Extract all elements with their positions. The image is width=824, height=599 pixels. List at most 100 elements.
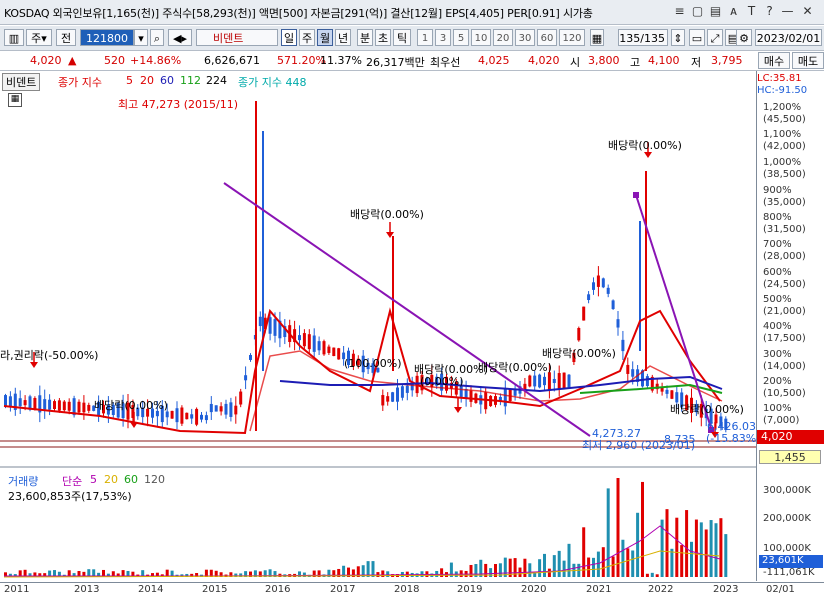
font-icon[interactable]: ᴀ bbox=[726, 4, 741, 19]
period-day[interactable]: 일 bbox=[281, 29, 297, 46]
candle-body bbox=[611, 300, 615, 309]
candle-body bbox=[645, 376, 649, 386]
candle-body bbox=[48, 399, 52, 410]
period-second[interactable]: 초 bbox=[375, 29, 391, 46]
list-icon[interactable]: ≡ bbox=[672, 4, 687, 19]
help-icon[interactable]: ? bbox=[762, 4, 777, 19]
interval-20[interactable]: 20 bbox=[493, 29, 513, 46]
chart-type-icon[interactable]: ▥ bbox=[4, 29, 24, 46]
candle-body bbox=[204, 415, 208, 421]
market-select[interactable]: 주▾ bbox=[26, 29, 52, 46]
interval-30[interactable]: 30 bbox=[515, 29, 535, 46]
period-week[interactable]: 주 bbox=[299, 29, 315, 46]
candle-body bbox=[57, 400, 61, 411]
stock-code-input[interactable]: 121800 bbox=[80, 29, 134, 46]
annotation-pct-2018: (0.00%) bbox=[420, 375, 464, 388]
candle-body bbox=[322, 341, 326, 355]
annotation-mid-val: 8,735 bbox=[664, 433, 696, 446]
save-icon[interactable]: ▤ bbox=[708, 4, 723, 19]
close-icon[interactable]: ✕ bbox=[800, 4, 815, 19]
axis-pct-label: 200% bbox=[763, 376, 792, 387]
time-axis-label: 02/01 bbox=[766, 584, 795, 595]
minimize-icon[interactable]: — bbox=[780, 4, 795, 19]
volume-bar bbox=[587, 557, 591, 577]
axis-pct-label: 800% bbox=[763, 212, 792, 223]
candle-body bbox=[62, 401, 66, 411]
lc-label: LC:35.81 bbox=[757, 73, 802, 84]
type-button[interactable]: 전 bbox=[56, 29, 76, 46]
period-tick[interactable]: 틱 bbox=[393, 29, 411, 46]
chart-window-icon[interactable]: ▭ bbox=[689, 29, 705, 46]
time-axis-label: 2021 bbox=[586, 584, 612, 595]
annotation-rights: 라,권리락(-50.00%) bbox=[0, 349, 99, 362]
axis-pct-label: 1,000% bbox=[763, 157, 802, 168]
gear-icon[interactable]: ⚙ bbox=[736, 29, 752, 46]
volume-bar bbox=[690, 541, 693, 577]
candle-body bbox=[273, 319, 277, 336]
axis-pct-label: 600% bbox=[763, 267, 792, 278]
interval-5[interactable]: 5 bbox=[453, 29, 469, 46]
period-year[interactable]: 년 bbox=[335, 29, 351, 46]
axis-price-label: (10,500) bbox=[763, 388, 806, 399]
draw-tool-icon[interactable]: ⤢ bbox=[707, 29, 723, 46]
legend-stock-name[interactable]: 비덴트 bbox=[2, 73, 41, 91]
annotation-div-2020: 배당락(0.00%) bbox=[542, 347, 616, 360]
speaker-icon[interactable]: ◀▸ bbox=[168, 29, 192, 46]
candle-body bbox=[200, 414, 203, 420]
text-icon[interactable]: T bbox=[744, 4, 759, 19]
open-price: 3,800 bbox=[588, 54, 620, 67]
grid-toggle-icon[interactable]: ▦ bbox=[8, 93, 22, 107]
volume-bar bbox=[567, 543, 571, 577]
interval-1[interactable]: 1 bbox=[417, 29, 433, 46]
axis-price-label: (28,000) bbox=[763, 251, 806, 262]
count-input[interactable]: 135/135 bbox=[618, 29, 668, 46]
high-label: 고 bbox=[630, 56, 641, 69]
legend-ma-20: 20 bbox=[140, 74, 154, 87]
trade-amount: 26,317백만 bbox=[366, 56, 425, 69]
chart-toolbar: ▥ 주▾ 전 121800 ▾ ⌕ ◀▸ 비덴트 일 주 월 년 분 초 틱 1… bbox=[0, 26, 824, 51]
interval-3[interactable]: 3 bbox=[435, 29, 451, 46]
candle-body bbox=[592, 282, 595, 290]
code-dropdown[interactable]: ▾ bbox=[134, 29, 148, 46]
volume-legend-label[interactable]: 거래량 bbox=[8, 473, 38, 489]
interval-120[interactable]: 120 bbox=[559, 29, 585, 46]
time-axis-label: 2017 bbox=[330, 584, 356, 595]
candle-body bbox=[317, 341, 321, 351]
legend-ma-5: 5 bbox=[126, 74, 133, 87]
price-change: 520 bbox=[104, 54, 125, 67]
search-icon[interactable]: ⌕ bbox=[150, 29, 164, 46]
volume-bar bbox=[670, 548, 674, 577]
interval-10[interactable]: 10 bbox=[471, 29, 491, 46]
volume-bar bbox=[655, 574, 659, 577]
axis-pct-label: 1,100% bbox=[763, 129, 802, 140]
volume-bar bbox=[626, 548, 630, 577]
candle-body bbox=[567, 374, 571, 388]
candle-body bbox=[533, 375, 537, 387]
axis-pct-label: 700% bbox=[763, 239, 792, 250]
candle-body bbox=[234, 405, 238, 415]
volume-bar bbox=[719, 518, 723, 577]
sell-button[interactable]: 매도 bbox=[792, 52, 824, 69]
period-month[interactable]: 월 bbox=[317, 29, 333, 46]
chart-area[interactable]: 비덴트 종가 지수 5 20 60 112 224 종가 지수 448 ▦ 최고… bbox=[0, 71, 761, 581]
interval-60[interactable]: 60 bbox=[537, 29, 557, 46]
candle-body bbox=[209, 403, 213, 413]
candle-body bbox=[244, 375, 248, 381]
volume-bar bbox=[675, 517, 679, 577]
count-spin[interactable]: ⇕ bbox=[671, 29, 685, 46]
date-input[interactable]: 2023/02/01 bbox=[755, 29, 822, 46]
volume-bar bbox=[606, 488, 610, 577]
candle-body bbox=[258, 316, 262, 327]
high-price: 4,100 bbox=[648, 54, 680, 67]
current-price-tag: 4,020 bbox=[757, 430, 824, 444]
volume-bar bbox=[596, 551, 600, 577]
period-minute[interactable]: 분 bbox=[357, 29, 373, 46]
stock-name-field[interactable]: 비덴트 bbox=[196, 29, 278, 46]
volume-bar bbox=[523, 558, 527, 577]
axis-pct-label: 400% bbox=[763, 321, 792, 332]
settings-small-icon[interactable]: ▦ bbox=[590, 29, 604, 46]
volume-ma-5: 5 bbox=[90, 473, 97, 486]
price-bar: 4,020 ▲ 520 +14.86% 6,626,671 571.20% 11… bbox=[0, 51, 824, 71]
buy-button[interactable]: 매수 bbox=[758, 52, 790, 69]
page-icon[interactable]: ▢ bbox=[690, 4, 705, 19]
